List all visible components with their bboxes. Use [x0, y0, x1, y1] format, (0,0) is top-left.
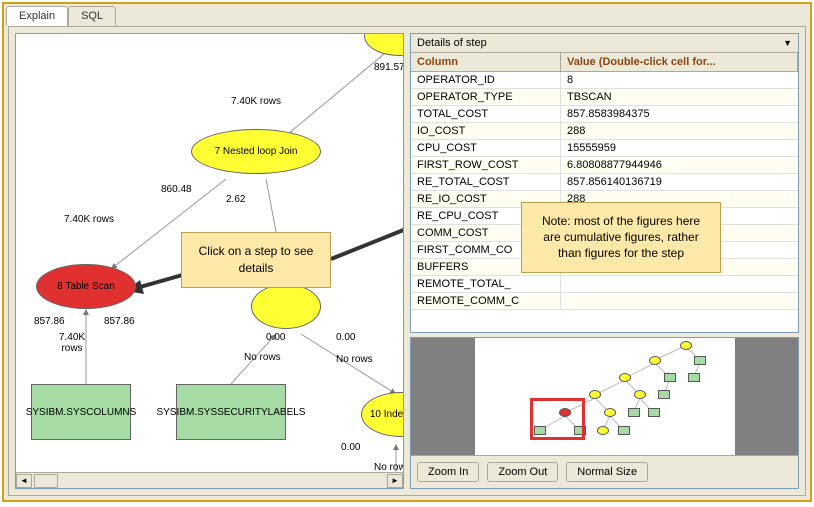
- label-zero-2: 0.00: [336, 332, 355, 343]
- details-col-header-value[interactable]: Value (Double-click cell for...: [561, 53, 798, 71]
- details-grid-body: OPERATOR_ID8OPERATOR_TYPETBSCANTOTAL_COS…: [411, 72, 798, 310]
- tab-explain[interactable]: Explain: [6, 6, 68, 26]
- details-cell-column: OPERATOR_TYPE: [411, 89, 561, 105]
- details-row[interactable]: RE_TOTAL_COST857.856140136719: [411, 174, 798, 191]
- label-idx-zero: 0.00: [341, 442, 360, 453]
- details-cell-column: RE_TOTAL_COST: [411, 174, 561, 190]
- details-cell-value[interactable]: 15555959: [561, 140, 798, 156]
- overview-panel: Zoom In Zoom Out Normal Size: [410, 337, 799, 489]
- details-cell-value[interactable]: TBSCAN: [561, 89, 798, 105]
- label-no-rows-2: No rows: [336, 354, 373, 365]
- scroll-right-arrow[interactable]: ►: [387, 474, 403, 488]
- explain-diagram-pane[interactable]: 891.57 7.40K rows 7 Nested loop Join 860…: [15, 33, 404, 489]
- details-panel: Details of step ▼ Column Value (Double-c…: [410, 33, 799, 333]
- details-cell-column: FIRST_ROW_COST: [411, 157, 561, 173]
- details-row[interactable]: IO_COST288: [411, 123, 798, 140]
- label-nl-left-cost: 860.48: [161, 184, 192, 195]
- node-mid-yellow[interactable]: [251, 284, 321, 329]
- node-table-scan-8[interactable]: 8 Table Scan: [36, 264, 136, 309]
- zoom-out-button[interactable]: Zoom Out: [487, 462, 558, 482]
- details-collapse-icon[interactable]: ▼: [783, 38, 792, 48]
- details-grid-header: Column Value (Double-click cell for...: [411, 53, 798, 72]
- scroll-thumb[interactable]: [34, 474, 58, 488]
- details-cell-value[interactable]: 857.8583984375: [561, 106, 798, 122]
- details-cell-value[interactable]: 288: [561, 123, 798, 139]
- details-cell-value[interactable]: 6.80808877944946: [561, 157, 798, 173]
- details-row[interactable]: FIRST_ROW_COST6.80808877944946: [411, 157, 798, 174]
- label-no-rows-1: No rows: [244, 352, 281, 363]
- details-cell-column: REMOTE_TOTAL_: [411, 276, 561, 292]
- details-cell-column: REMOTE_COMM_C: [411, 293, 561, 309]
- label-nl-right-cost: 2.62: [226, 194, 245, 205]
- label-ts-cost-r: 857.86: [104, 316, 135, 327]
- overview-canvas[interactable]: [411, 338, 798, 455]
- horizontal-scrollbar[interactable]: ◄ ►: [16, 472, 403, 488]
- details-row[interactable]: REMOTE_COMM_C: [411, 293, 798, 310]
- details-row[interactable]: REMOTE_TOTAL_: [411, 276, 798, 293]
- node-index-scan-10[interactable]: 10 Index scan: [361, 392, 404, 437]
- node-syscolumns[interactable]: SYSIBM.SYSCOLUMNS: [31, 384, 131, 440]
- node-nested-loop-join[interactable]: 7 Nested loop Join: [191, 129, 321, 174]
- label-rows-2: 7.40K rows: [64, 214, 114, 225]
- zoom-in-button[interactable]: Zoom In: [417, 462, 479, 482]
- label-zero-1: 0.00: [266, 332, 285, 343]
- details-row[interactable]: CPU_COST15555959: [411, 140, 798, 157]
- label-ts-rows: 7.40K rows: [52, 332, 92, 354]
- tab-sql[interactable]: SQL: [68, 6, 116, 26]
- details-row[interactable]: OPERATOR_TYPETBSCAN: [411, 89, 798, 106]
- tooltip-click-step: Click on a step to see details: [181, 232, 331, 288]
- details-cell-column: TOTAL_COST: [411, 106, 561, 122]
- overview-viewport[interactable]: [530, 398, 585, 440]
- label-rows-1: 7.40K rows: [231, 96, 281, 107]
- details-row[interactable]: TOTAL_COST857.8583984375: [411, 106, 798, 123]
- details-cell-column: IO_COST: [411, 123, 561, 139]
- details-cell-value[interactable]: 8: [561, 72, 798, 88]
- details-cell-value[interactable]: 857.856140136719: [561, 174, 798, 190]
- tab-bar: Explain SQL: [4, 4, 810, 26]
- node-syssecuritylabels[interactable]: SYSIBM.SYSSECURITYLABELS: [176, 384, 286, 440]
- details-col-header-column[interactable]: Column: [411, 53, 561, 71]
- normal-size-button[interactable]: Normal Size: [566, 462, 648, 482]
- details-title: Details of step: [417, 37, 487, 49]
- label-ts-cost-l: 857.86: [34, 316, 65, 327]
- details-cell-value[interactable]: [561, 276, 798, 292]
- tooltip-cumulative: Note: most of the figures here are cumul…: [521, 202, 721, 273]
- details-cell-column: CPU_COST: [411, 140, 561, 156]
- details-row[interactable]: OPERATOR_ID8: [411, 72, 798, 89]
- details-cell-column: OPERATOR_ID: [411, 72, 561, 88]
- label-top-cost: 891.57: [374, 62, 404, 73]
- details-cell-value[interactable]: [561, 293, 798, 309]
- scroll-left-arrow[interactable]: ◄: [16, 474, 32, 488]
- node-top-partial[interactable]: [364, 33, 404, 56]
